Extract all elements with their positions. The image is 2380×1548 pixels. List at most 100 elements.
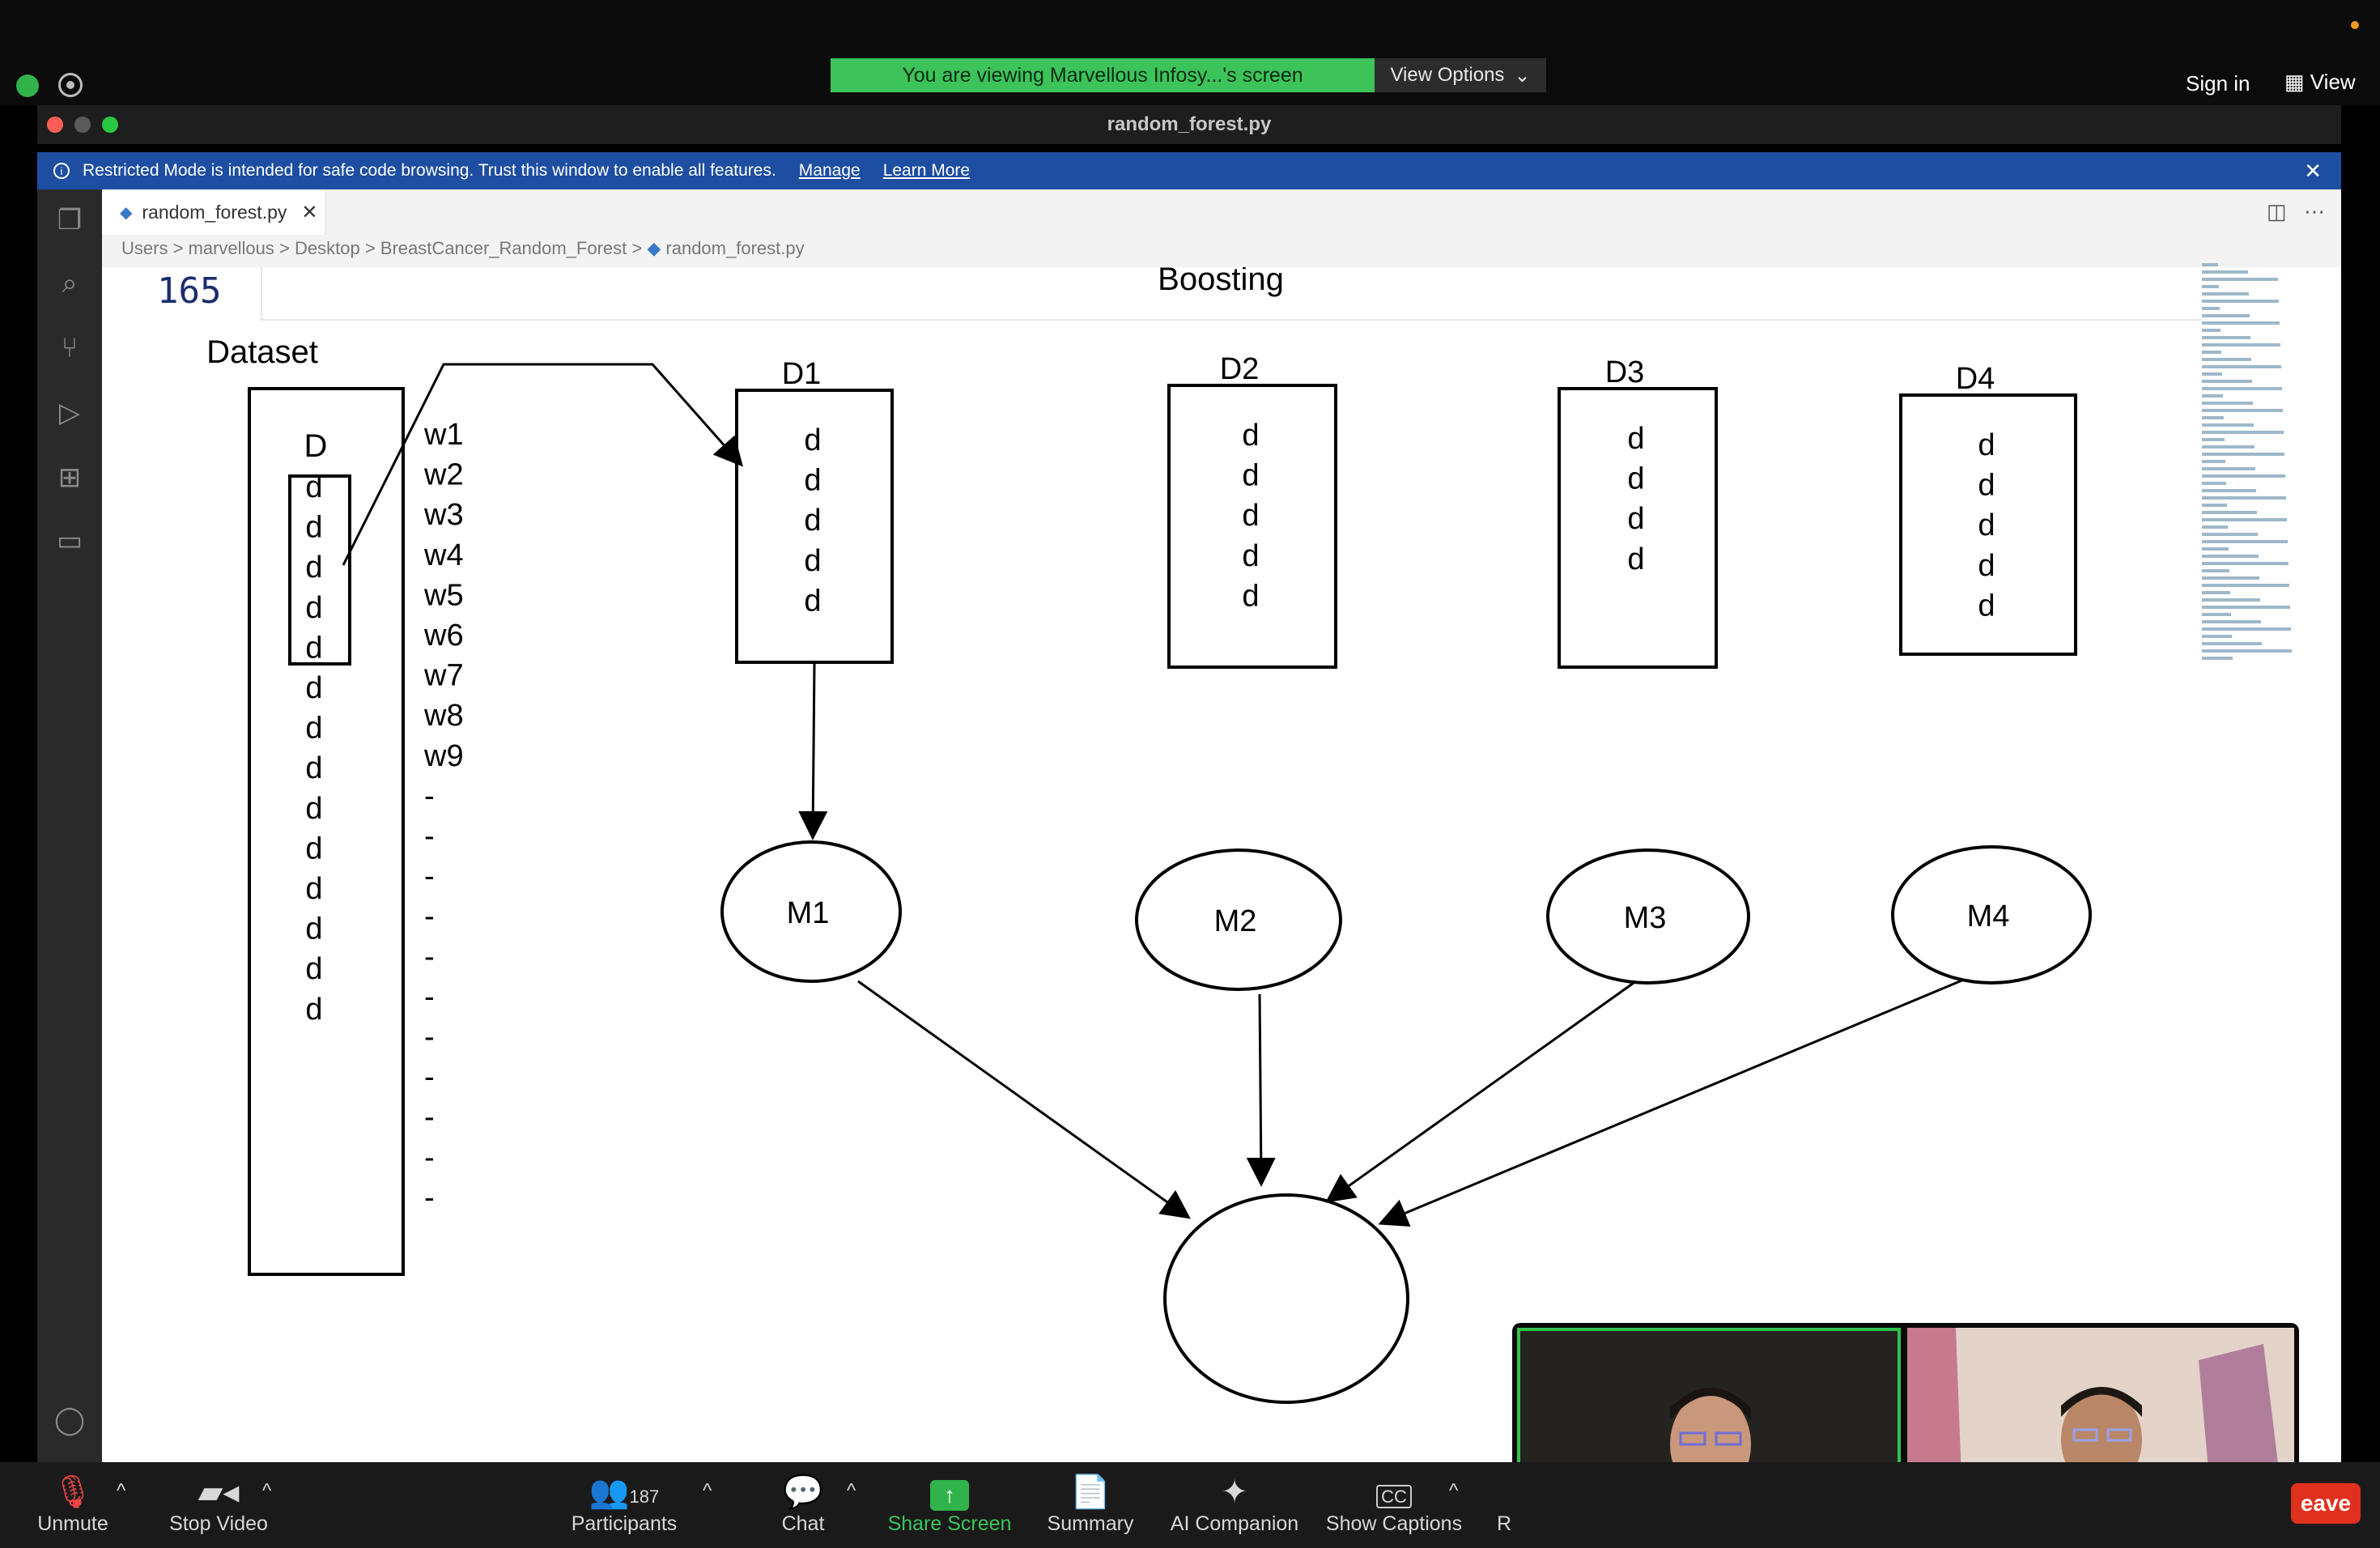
- chat-button[interactable]: 💬 Chat: [771, 1472, 835, 1536]
- participants-count: 187: [629, 1486, 660, 1507]
- sign-in-button[interactable]: Sign in: [2186, 71, 2250, 96]
- breadcrumb-item[interactable]: Desktop: [295, 238, 360, 258]
- chevron-up-icon[interactable]: ^: [117, 1480, 125, 1503]
- minimap-line: [2202, 438, 2225, 441]
- unmute-button[interactable]: 🎙 Unmute: [32, 1472, 113, 1536]
- weight-label: -: [424, 819, 435, 853]
- minimap-line: [2202, 365, 2281, 368]
- model-label: M1: [787, 896, 830, 930]
- minimap[interactable]: [2202, 263, 2323, 700]
- weight-label: -: [424, 1020, 435, 1054]
- stop-video-button[interactable]: ▰◂ Stop Video: [162, 1472, 275, 1536]
- subset-row: d: [1978, 508, 1995, 542]
- breadcrumb-item[interactable]: random_forest.py: [665, 238, 804, 258]
- minimap-line: [2202, 635, 2232, 638]
- dataset-row: d: [305, 712, 322, 746]
- minimap-line: [2202, 351, 2221, 354]
- minimap-line: [2202, 511, 2257, 514]
- python-file-icon: ◆: [120, 203, 133, 222]
- minimap-line: [2202, 329, 2221, 332]
- cc-icon: CC: [1323, 1472, 1465, 1512]
- weight-label: -: [424, 940, 435, 974]
- chevron-up-icon[interactable]: ^: [262, 1480, 271, 1503]
- view-options-button[interactable]: View Options ⌄: [1375, 58, 1546, 92]
- notification-dot: [2351, 21, 2359, 29]
- dataset-row: d: [305, 470, 322, 504]
- minimap-line: [2202, 409, 2283, 412]
- minimap-line: [2202, 613, 2231, 616]
- chevron-up-icon[interactable]: ^: [703, 1480, 712, 1503]
- learn-more-link[interactable]: Learn More: [883, 161, 970, 181]
- minimap-line: [2202, 657, 2233, 660]
- minimap-line: [2202, 336, 2250, 339]
- chevron-up-icon[interactable]: ^: [847, 1480, 856, 1503]
- dataset-label: Dataset: [206, 334, 318, 370]
- account-icon[interactable]: ◯: [53, 1404, 86, 1436]
- record-button[interactable]: R: [1496, 1512, 1512, 1536]
- share-screen-button[interactable]: ↑ Share Screen: [882, 1472, 1017, 1536]
- weight-label: w9: [423, 739, 464, 773]
- activity-bar: ❐ ⌕ ⑂ ▷ ⊞ ▭ ◯: [37, 189, 102, 1462]
- chat-icon: 💬: [783, 1474, 823, 1510]
- breadcrumb-item[interactable]: Users: [121, 238, 168, 258]
- split-editor-icon[interactable]: ◫: [2267, 199, 2287, 224]
- minimap-line: [2202, 474, 2285, 478]
- participants-button[interactable]: 👥187 Participants: [563, 1472, 685, 1536]
- explorer-icon[interactable]: ❐: [53, 204, 86, 236]
- diagram-title: Boosting: [1158, 267, 1284, 297]
- subset-row: d: [1242, 419, 1259, 453]
- minimap-line: [2202, 380, 2252, 383]
- restricted-message: Restricted Mode is intended for safe cod…: [83, 161, 776, 180]
- weight-label: -: [424, 1100, 435, 1134]
- python-file-icon: ◆: [647, 238, 661, 258]
- close-icon[interactable]: ✕: [2304, 159, 2322, 184]
- weight-label: -: [424, 1061, 435, 1095]
- minimap-line: [2202, 467, 2255, 470]
- remote-explorer-icon[interactable]: ▭: [53, 525, 86, 557]
- m3-to-output-arrow: [1325, 981, 1634, 1203]
- minimap-line: [2202, 606, 2290, 609]
- breadcrumb-item[interactable]: marvellous: [189, 238, 274, 258]
- dataset-row: d: [305, 792, 322, 826]
- chevron-up-icon[interactable]: ^: [1449, 1480, 1458, 1503]
- minimap-line: [2202, 263, 2218, 266]
- subset-row: d: [804, 504, 821, 538]
- shield-icon[interactable]: [16, 74, 39, 97]
- dataset-row: d: [305, 551, 322, 585]
- breadcrumb-item[interactable]: BreastCancer_Random_Forest: [380, 238, 627, 258]
- dataset-row: d: [305, 591, 322, 625]
- weight-label: -: [424, 1141, 435, 1175]
- run-debug-icon[interactable]: ▷: [53, 397, 86, 429]
- share-screen-icon: ↑: [930, 1480, 969, 1511]
- tab-random-forest[interactable]: ◆ random_forest.py ✕: [102, 189, 326, 235]
- minimap-line: [2202, 533, 2258, 536]
- weight-label: -: [424, 899, 435, 933]
- minimap-line: [2202, 278, 2278, 281]
- summary-button[interactable]: 📄 Summary: [1044, 1472, 1137, 1536]
- participants-label: Participants: [571, 1512, 678, 1535]
- minimap-line: [2202, 307, 2220, 310]
- subset-label: D1: [782, 357, 822, 391]
- summary-icon: 📄: [1070, 1474, 1111, 1510]
- ai-companion-button[interactable]: ✦ AI Companion: [1166, 1472, 1303, 1536]
- view-button[interactable]: ▦ View: [2284, 70, 2356, 95]
- show-captions-button[interactable]: CC Show Captions: [1323, 1472, 1465, 1536]
- window-title: random_forest.py: [1107, 113, 1272, 135]
- weight-label: -: [424, 779, 435, 813]
- manage-link[interactable]: Manage: [799, 161, 861, 181]
- record-status-icon[interactable]: [58, 73, 83, 97]
- close-tab-icon[interactable]: ✕: [301, 201, 317, 224]
- subset-label: D2: [1220, 352, 1260, 386]
- source-control-icon[interactable]: ⑂: [53, 332, 86, 364]
- subset-row: d: [1978, 469, 1995, 503]
- dataset-rows: dddddddddddddd: [305, 470, 322, 1027]
- more-actions-icon[interactable]: ⋯: [2304, 199, 2325, 224]
- leave-button[interactable]: eave: [2291, 1483, 2361, 1524]
- summary-label: Summary: [1047, 1512, 1134, 1535]
- minimap-line: [2202, 598, 2260, 602]
- unmute-label: Unmute: [37, 1512, 108, 1535]
- search-icon[interactable]: ⌕: [53, 267, 86, 300]
- d1-to-m1-arrow: [798, 663, 828, 840]
- extensions-icon[interactable]: ⊞: [53, 461, 86, 494]
- model-label: M3: [1624, 901, 1667, 935]
